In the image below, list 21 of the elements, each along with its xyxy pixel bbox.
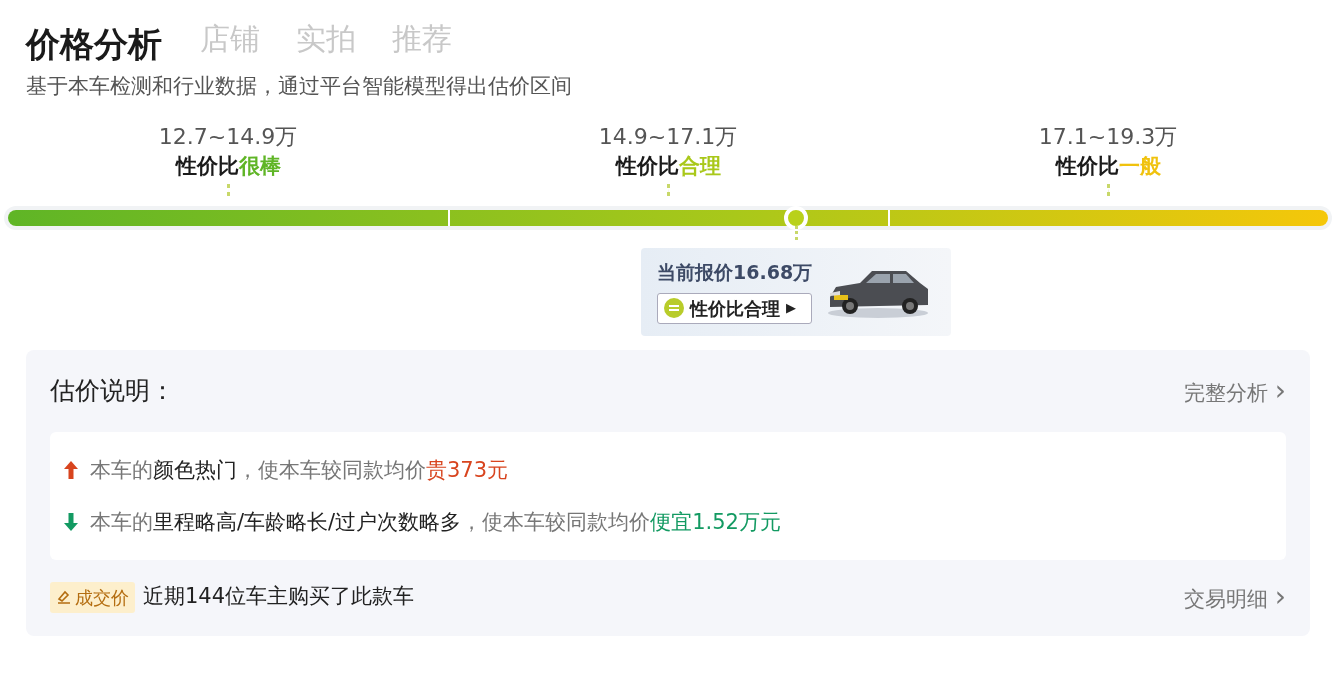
panel-title: 估价说明： — [50, 375, 175, 408]
full-analysis-link[interactable]: 完整分析 › — [1184, 370, 1286, 413]
deal-details-link[interactable]: 交易明细 › — [1184, 576, 1286, 619]
rating-label: 性价比合理 — [615, 152, 721, 180]
price-range: 17.1~19.3万 — [1038, 124, 1178, 151]
section-title: 价格分析 — [26, 24, 162, 65]
price-range: 12.7~14.9万 — [158, 124, 298, 151]
explanation-text: 本车的里程略高/车龄略长/过户次数略多，使本车较同款均价便宜1.52万元 — [90, 509, 781, 537]
rating-badge[interactable]: 性价比合理 ▶ — [657, 292, 813, 324]
rating-label: 性价比一般 — [1055, 152, 1161, 180]
neutral-icon — [664, 298, 685, 319]
subtitle: 基于本车检测和行业数据，通过平台智能模型得出估价区间 — [26, 72, 573, 100]
deal-count-text: 近期144位车主购买了此款车 — [143, 583, 415, 611]
arrow-down-icon — [64, 513, 78, 532]
price-range: 14.9~17.1万 — [598, 124, 738, 151]
explanation-text: 本车的颜色热门，使本车较同款均价贵373元 — [90, 457, 509, 485]
current-price: 当前报价16.68万 — [657, 260, 813, 286]
deal-price-tag: 成交价 — [50, 581, 135, 613]
arrow-up-icon — [64, 461, 78, 480]
meter-thumb[interactable] — [784, 206, 809, 231]
rating-label: 性价比很棒 — [175, 152, 281, 180]
